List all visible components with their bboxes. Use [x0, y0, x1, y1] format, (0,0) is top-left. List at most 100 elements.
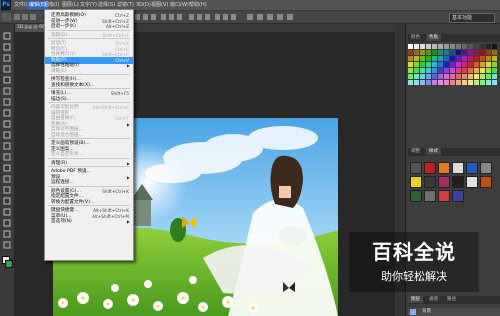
swatch[interactable] — [480, 56, 485, 61]
swatch[interactable] — [408, 68, 413, 73]
eraser-icon[interactable] — [3, 142, 11, 150]
swatch[interactable] — [456, 68, 461, 73]
swatch[interactable] — [486, 80, 491, 85]
pen-icon[interactable] — [3, 186, 11, 194]
style-tile[interactable] — [410, 190, 422, 202]
swatch[interactable] — [408, 50, 413, 55]
swatch[interactable] — [414, 68, 419, 73]
swatch[interactable] — [486, 56, 491, 61]
swatch[interactable] — [420, 74, 425, 79]
swatch[interactable] — [414, 62, 419, 67]
background-color-swatch[interactable] — [5, 260, 13, 268]
swatch[interactable] — [480, 44, 485, 49]
swatch[interactable] — [414, 80, 419, 85]
swatch[interactable] — [432, 62, 437, 67]
swatch[interactable] — [492, 44, 497, 49]
swatch[interactable] — [438, 56, 443, 61]
style-tile[interactable] — [480, 176, 492, 188]
swatch[interactable] — [456, 74, 461, 79]
swatch[interactable] — [450, 74, 455, 79]
marquee-icon[interactable] — [3, 43, 11, 51]
swatch[interactable] — [420, 44, 425, 49]
edit-menu-item[interactable]: 首选项(N) ▶ — [45, 218, 133, 225]
swatch[interactable] — [468, 68, 473, 73]
tab-styles[interactable]: 样式 — [426, 148, 441, 155]
swatch[interactable] — [480, 80, 485, 85]
swatch[interactable] — [438, 68, 443, 73]
style-tile[interactable] — [424, 162, 436, 174]
swatch[interactable] — [456, 62, 461, 67]
menu-6[interactable]: 滤镜(T) — [117, 1, 134, 9]
style-tile[interactable] — [452, 190, 464, 202]
style-tile[interactable] — [410, 162, 422, 174]
swatch[interactable] — [432, 68, 437, 73]
style-tile[interactable] — [452, 162, 464, 174]
style-tile[interactable] — [424, 190, 436, 202]
swatch[interactable] — [486, 44, 491, 49]
swatch[interactable] — [438, 80, 443, 85]
swatch[interactable] — [438, 44, 443, 49]
menu-2[interactable]: 图像(I) — [44, 1, 59, 9]
swatch[interactable] — [462, 80, 467, 85]
swatch[interactable] — [462, 50, 467, 55]
swatch[interactable] — [432, 44, 437, 49]
swatch[interactable] — [426, 80, 431, 85]
type-icon[interactable] — [3, 197, 11, 205]
swatch[interactable] — [468, 50, 473, 55]
swatch[interactable] — [492, 74, 497, 79]
swatch[interactable] — [492, 68, 497, 73]
swatch[interactable] — [468, 56, 473, 61]
swatch[interactable] — [456, 56, 461, 61]
swatch[interactable] — [426, 44, 431, 49]
swatch[interactable] — [444, 68, 449, 73]
swatch[interactable] — [456, 50, 461, 55]
tab-paths[interactable]: 路径 — [444, 296, 459, 303]
swatch[interactable] — [408, 62, 413, 67]
swatch[interactable] — [426, 56, 431, 61]
swatch[interactable] — [474, 44, 479, 49]
style-tile[interactable] — [438, 176, 450, 188]
blur-icon[interactable] — [3, 164, 11, 172]
swatch[interactable] — [426, 50, 431, 55]
swatch[interactable] — [420, 56, 425, 61]
swatch[interactable] — [468, 74, 473, 79]
swatch[interactable] — [444, 62, 449, 67]
menu-4[interactable]: 文字(Y) — [80, 1, 97, 9]
hand-icon[interactable] — [3, 230, 11, 238]
swatch[interactable] — [450, 44, 455, 49]
swatch[interactable] — [474, 74, 479, 79]
style-tile[interactable] — [452, 176, 464, 188]
swatch[interactable] — [450, 62, 455, 67]
swatch[interactable] — [432, 80, 437, 85]
menu-7[interactable]: 3D(D) — [136, 1, 151, 9]
swatch[interactable] — [444, 74, 449, 79]
align-icons[interactable] — [135, 13, 355, 21]
swatch[interactable] — [462, 62, 467, 67]
menu-8[interactable]: 视图(V) — [151, 1, 168, 9]
swatch[interactable] — [480, 62, 485, 67]
menu-10[interactable]: 帮助(H) — [189, 1, 207, 9]
swatch[interactable] — [492, 62, 497, 67]
swatch[interactable] — [480, 74, 485, 79]
path-select-icon[interactable] — [3, 208, 11, 216]
swatches-grid[interactable] — [408, 44, 500, 90]
style-tile[interactable] — [438, 190, 450, 202]
swatch[interactable] — [432, 50, 437, 55]
swatch[interactable] — [456, 80, 461, 85]
swatch[interactable] — [480, 68, 485, 73]
zoom-icon[interactable] — [3, 241, 11, 249]
swatch[interactable] — [420, 80, 425, 85]
swatch[interactable] — [450, 68, 455, 73]
eyedropper-icon[interactable] — [3, 87, 11, 95]
tab-channels[interactable]: 通道 — [426, 296, 441, 303]
tab-adjustments[interactable]: 调整 — [408, 148, 423, 155]
dodge-icon[interactable] — [3, 175, 11, 183]
swatch[interactable] — [408, 44, 413, 49]
swatch[interactable] — [474, 56, 479, 61]
brush-icon[interactable] — [3, 109, 11, 117]
gradient-icon[interactable] — [3, 153, 11, 161]
swatch[interactable] — [438, 62, 443, 67]
style-tile[interactable] — [424, 176, 436, 188]
styles-grid[interactable] — [408, 158, 500, 222]
swatch[interactable] — [420, 62, 425, 67]
